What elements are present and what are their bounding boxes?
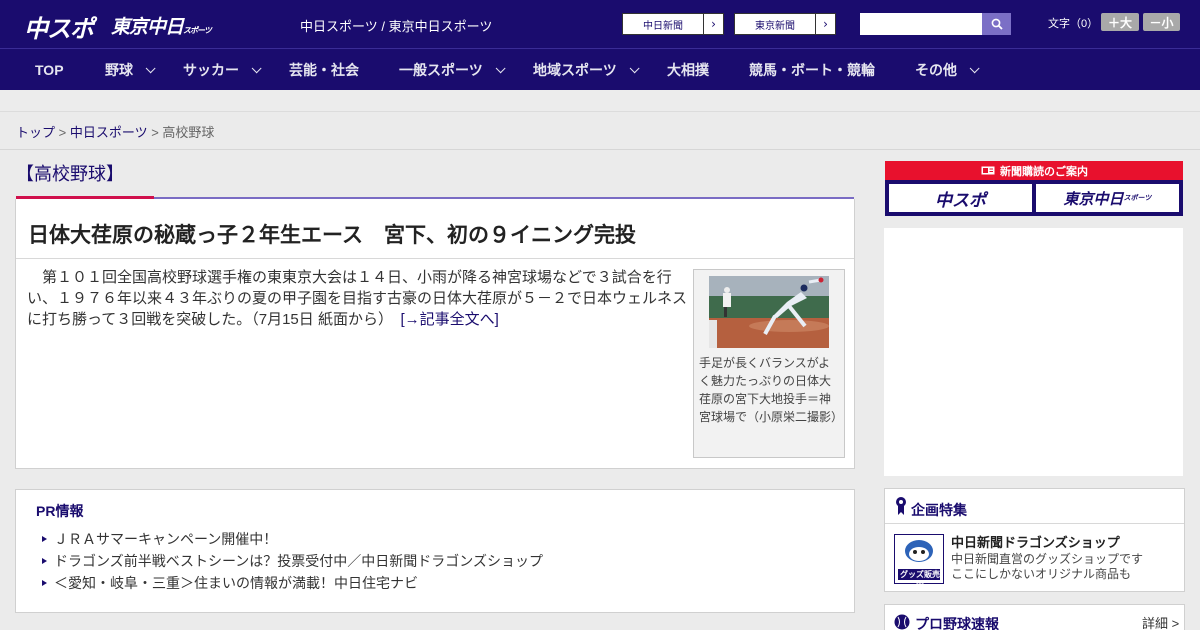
article-card: 日体大荏原の秘蔵っ子２年生エース 宮下、初の９イニング完投 第１０１回全国高校野… bbox=[15, 199, 855, 469]
subscription-banner[interactable]: 新聞購読のご案内 中スポ 東京中日 スポーツ bbox=[885, 161, 1183, 216]
search-input[interactable] bbox=[860, 13, 983, 35]
nav-label: その他 bbox=[915, 62, 957, 78]
photo-caption: 手足が長くバランスがよく魅力たっぷりの日体大荏原の宮下大地投手＝神宮球場で（小原… bbox=[699, 356, 844, 424]
pro-baseball-scores: プロ野球速報 詳細 > bbox=[884, 604, 1185, 630]
chunichi-shimbun-link[interactable]: 中日新聞 › bbox=[622, 13, 724, 35]
feature-box: 企画特集 グッズ販売中 中日新聞ドラゴンズショップ 中日新聞直営のグッズショップ… bbox=[884, 488, 1185, 592]
nav-label: 野球 bbox=[105, 62, 133, 78]
nav-item-general-sports[interactable]: 一般スポーツ bbox=[399, 49, 506, 91]
breadcrumb-section[interactable]: 中日スポーツ bbox=[70, 125, 148, 140]
nav-label: 地域スポーツ bbox=[533, 62, 617, 78]
feature-item-desc: 中日新聞直営のグッズショップです ここにしかないオリジナル商品も bbox=[951, 552, 1143, 582]
main-nav: TOP 野球 サッカー 芸能・社会 一般スポーツ 地域スポーツ 大相撲 競馬・ボ… bbox=[0, 48, 1200, 90]
ribbon-icon bbox=[896, 497, 906, 515]
article-headline: 日体大荏原の秘蔵っ子２年生エース 宮下、初の９イニング完投 bbox=[28, 224, 636, 247]
feature-header: 企画特集 bbox=[885, 489, 1184, 524]
article-photo[interactable] bbox=[709, 276, 829, 348]
breadcrumb-separator: > bbox=[147, 125, 163, 140]
newspaper-icon bbox=[980, 165, 996, 176]
article-photo-box: 手足が長くバランスがよく魅力たっぷりの日体大荏原の宮下大地投手＝神宮球場で（小原… bbox=[693, 269, 845, 458]
pr-list: ＪＲＡサマーキャンペーン開催中！ ドラゴンズ前半戦ベストシーンは？投票受付中／中… bbox=[42, 528, 543, 594]
top-header: 中スポ 東京中日スポーツ 中日スポーツ / 東京中日スポーツ 中日新聞 › 東京… bbox=[0, 0, 1200, 48]
pr-box: PR情報 ＪＲＡサマーキャンペーン開催中！ ドラゴンズ前半戦ベストシーンは？投票… bbox=[15, 489, 855, 613]
read-more-link[interactable]: [→記事全文へ] bbox=[400, 311, 498, 328]
ad-slot bbox=[884, 228, 1183, 476]
breadcrumb-separator: > bbox=[55, 125, 70, 140]
tokyo-logo-sub: スポーツ bbox=[183, 26, 212, 35]
nav-label: 大相撲 bbox=[667, 62, 709, 78]
thumbnail-label: グッズ販売中 bbox=[900, 570, 940, 590]
tokyo-chunichi-logo[interactable]: 東京中日スポーツ bbox=[111, 12, 212, 39]
site-title[interactable]: 中日スポーツ / 東京中日スポーツ bbox=[300, 16, 492, 35]
nav-label: 一般スポーツ bbox=[399, 62, 483, 78]
baseball-icon bbox=[894, 614, 910, 630]
subscription-title: 新聞購読のご案内 bbox=[1000, 165, 1088, 178]
chevron-down-icon bbox=[629, 62, 640, 73]
section-title: 【高校野球】 bbox=[16, 164, 124, 184]
nav-label: 芸能・社会 bbox=[289, 62, 359, 78]
chevron-down-icon bbox=[251, 62, 262, 73]
article-lead-text: 第１０１回全国高校野球選手権の東東京大会は１４日、小雨が降る神宮球場などで３試合… bbox=[27, 269, 688, 328]
nav-item-local-sports[interactable]: 地域スポーツ bbox=[533, 49, 640, 91]
article-lead: 第１０１回全国高校野球選手権の東東京大会は１４日、小雨が降る神宮球場などで３試合… bbox=[27, 267, 687, 330]
dragons-shop-thumbnail[interactable]: グッズ販売中 bbox=[894, 534, 944, 590]
nav-item-baseball[interactable]: 野球 bbox=[105, 49, 156, 91]
chuspo-logo[interactable]: 中スポ bbox=[24, 9, 94, 44]
feature-desc-line: ここにしかないオリジナル商品も bbox=[951, 567, 1132, 581]
font-smaller-button[interactable]: －小 bbox=[1143, 13, 1180, 31]
nav-label: サッカー bbox=[183, 62, 239, 78]
breadcrumb: トップ > 中日スポーツ > 高校野球 bbox=[16, 122, 214, 141]
nav-item-entertainment[interactable]: 芸能・社会 bbox=[289, 49, 359, 91]
subscribe-tokyo-sub: スポーツ bbox=[1123, 194, 1152, 202]
ext-link-label: 東京新聞 bbox=[755, 20, 795, 32]
breadcrumb-current: 高校野球 bbox=[162, 125, 215, 140]
pitcher-photo-illustration bbox=[709, 276, 829, 348]
subscribe-tokyo-main: 東京中日 bbox=[1063, 189, 1124, 208]
font-size-label: 文字（0） bbox=[1048, 18, 1099, 30]
ext-link-label: 中日新聞 bbox=[643, 20, 683, 32]
chevron-down-icon bbox=[969, 62, 980, 73]
search-button[interactable] bbox=[982, 13, 1011, 35]
chevron-right-icon: › bbox=[703, 14, 723, 34]
nav-item-other[interactable]: その他 bbox=[915, 49, 980, 91]
font-larger-button[interactable]: ＋大 bbox=[1101, 13, 1139, 31]
subscription-title-bar: 新聞購読のご案内 bbox=[885, 161, 1183, 180]
nav-item-top[interactable]: TOP bbox=[35, 49, 64, 91]
nav-label: 競馬・ボート・競輪 bbox=[749, 62, 875, 78]
feature-item-title[interactable]: 中日新聞ドラゴンズショップ bbox=[951, 532, 1120, 551]
divider bbox=[16, 258, 854, 259]
search-icon bbox=[991, 18, 1003, 30]
tokyo-logo-main: 東京中日 bbox=[111, 16, 184, 38]
scores-title: プロ野球速報 bbox=[915, 616, 999, 630]
subscribe-chuspo-button[interactable]: 中スポ bbox=[889, 184, 1032, 212]
breadcrumb-home[interactable]: トップ bbox=[16, 125, 55, 140]
chevron-down-icon bbox=[145, 62, 156, 73]
nav-item-racing[interactable]: 競馬・ボート・競輪 bbox=[749, 49, 875, 91]
feature-desc-line: 中日新聞直営のグッズショップです bbox=[951, 552, 1144, 566]
chevron-down-icon bbox=[495, 62, 506, 73]
pr-title: PR情報 bbox=[36, 503, 84, 519]
chevron-right-icon: › bbox=[815, 14, 835, 34]
scores-detail-link[interactable]: 詳細 > bbox=[1142, 613, 1179, 630]
nav-label: TOP bbox=[35, 62, 64, 78]
nav-item-sumo[interactable]: 大相撲 bbox=[667, 49, 709, 91]
pr-link-housing[interactable]: ＜愛知・岐阜・三重＞住まいの情報が満載！中日住宅ナビ bbox=[42, 572, 543, 594]
header-spacer bbox=[0, 90, 1200, 112]
tokyo-shimbun-link[interactable]: 東京新聞 › bbox=[734, 13, 836, 35]
pr-link-jra[interactable]: ＪＲＡサマーキャンペーン開催中！ bbox=[42, 528, 543, 550]
pr-link-dragons-shop[interactable]: ドラゴンズ前半戦ベストシーンは？投票受付中／中日新聞ドラゴンズショップ bbox=[42, 550, 543, 572]
nav-item-soccer[interactable]: サッカー bbox=[183, 49, 262, 91]
feature-title: 企画特集 bbox=[911, 502, 967, 518]
subscribe-tokyo-button[interactable]: 東京中日 スポーツ bbox=[1036, 184, 1179, 212]
